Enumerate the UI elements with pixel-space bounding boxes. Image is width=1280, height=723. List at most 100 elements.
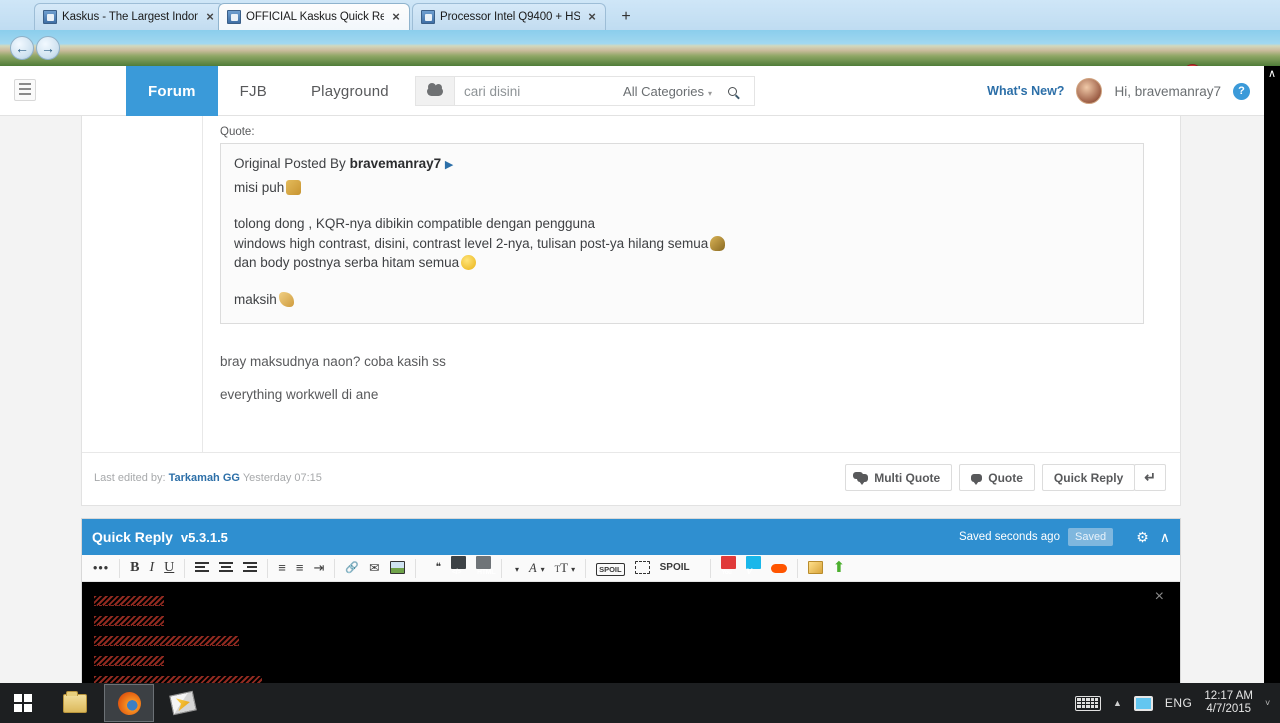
display-icon[interactable] [1133, 695, 1153, 711]
bold-icon[interactable]: B [125, 555, 144, 581]
upload-icon[interactable]: ⬆ [828, 555, 851, 581]
collapse-icon[interactable]: ∧ [1160, 529, 1170, 546]
close-icon[interactable]: × [1155, 588, 1164, 606]
divider [119, 558, 121, 578]
reply-editor[interactable]: × [82, 582, 1180, 692]
tab-close-icon[interactable]: × [585, 10, 599, 23]
browser-tab-1[interactable]: Kaskus - The Largest Indon... × [34, 3, 224, 30]
forward-button[interactable]: → [36, 36, 60, 60]
keyboard-icon[interactable] [1074, 695, 1101, 711]
quick-reply-title: Quick Reply [92, 529, 173, 545]
taskbar-firefox[interactable] [104, 684, 154, 722]
html-icon[interactable]: </> [446, 555, 471, 581]
quote-jump-icon[interactable]: ▶ [445, 159, 453, 171]
bullet-list-icon[interactable]: ≡ [273, 555, 291, 581]
chat-bubble-icon [415, 76, 455, 106]
editor-text-line [94, 656, 164, 666]
back-button[interactable]: ← [10, 36, 34, 60]
link-icon[interactable]: 🔗 [340, 555, 364, 581]
strikethrough-icon[interactable] [695, 555, 705, 581]
start-button[interactable] [0, 683, 46, 723]
language-indicator[interactable]: ENG [1165, 696, 1193, 710]
email-icon[interactable]: ✉ [364, 555, 384, 581]
youtube-icon[interactable]: You [716, 555, 741, 581]
taskbar-media-player[interactable] [158, 684, 208, 722]
tab-title: Processor Intel Q9400 + HS... [440, 11, 580, 23]
tab-close-icon[interactable]: × [389, 10, 403, 23]
quote-label: Quote: [220, 126, 255, 138]
help-icon[interactable]: ? [1233, 82, 1250, 100]
quote-line-4: windows high contrast, disini, contrast … [234, 234, 1130, 254]
quote-line-1: misi puh [234, 178, 1130, 198]
nav-item-playground[interactable]: Playground [289, 66, 411, 116]
taskbar-file-explorer[interactable] [50, 684, 100, 722]
grid-icon[interactable] [630, 555, 655, 581]
site-search[interactable]: cari disini All Categories ▾ [415, 76, 755, 106]
editor-text-line [94, 596, 164, 606]
site-header: Forum FJB Playground cari disini All Cat… [0, 66, 1264, 116]
numbered-list-icon[interactable]: ≡ [291, 555, 309, 581]
italic-icon[interactable]: I [144, 555, 159, 581]
multi-quote-icon [853, 471, 869, 485]
divider [414, 558, 416, 578]
quote-button[interactable]: Quote [959, 464, 1035, 491]
emoticon-icon[interactable] [803, 555, 828, 581]
code-icon[interactable]: ❝ [431, 555, 446, 581]
divider [709, 558, 711, 578]
post-text: bray maksudnya naon? coba kasih ss every… [220, 354, 1164, 402]
editor-toolbar: ••• B I U ≡ ≡ ⇥ 🔗 ✉ ❝ </> HTML ▾ A▾ TT [82, 555, 1180, 582]
font-size-icon[interactable]: TT ▾ [550, 555, 580, 581]
clock-date: 4/7/2015 [1206, 703, 1252, 715]
editor-text-line [94, 636, 239, 646]
noparse-icon[interactable]: SPOIL [655, 555, 695, 581]
gear-icon[interactable]: ⚙ [1136, 529, 1149, 546]
search-category-dropdown[interactable]: All Categories ▾ [623, 84, 716, 99]
show-desktop-button[interactable]: ˅ [1265, 698, 1272, 708]
tab-favicon [227, 10, 241, 24]
php-icon[interactable]: HTML [471, 555, 496, 581]
nav-item-fjb[interactable]: FJB [218, 66, 289, 116]
avatar[interactable] [1076, 78, 1103, 104]
align-center-icon[interactable] [214, 555, 238, 581]
clock[interactable]: 12:17 AM 4/7/2015 [1204, 690, 1253, 716]
post-paragraph-2: everything workwell di ane [220, 387, 379, 402]
image-icon[interactable] [385, 555, 410, 581]
align-left-icon[interactable] [190, 555, 214, 581]
divider [334, 558, 336, 578]
divider [500, 558, 502, 578]
scroll-up-icon[interactable]: ∧ [1264, 66, 1280, 82]
underline-icon[interactable]: U [159, 555, 179, 581]
divider [796, 558, 798, 578]
show-hidden-icons-icon[interactable]: ▲ [1113, 698, 1122, 708]
emoticon-icon [461, 255, 477, 270]
align-right-icon[interactable] [238, 555, 262, 581]
soundcloud-icon[interactable] [766, 555, 792, 581]
font-family-icon[interactable]: A ▾ [524, 555, 550, 581]
browser-tab-3[interactable]: Processor Intel Q9400 + HS... × [412, 3, 606, 30]
multi-quote-button[interactable]: Multi Quote [845, 464, 953, 491]
user-greeting[interactable]: Hi, bravemanray7 [1114, 84, 1221, 99]
browser-navbar: ← → www.kaskus.co.id/post/55206ed854c07a… [0, 30, 1280, 91]
site-search-input[interactable]: cari disini [464, 84, 623, 99]
page-scrollbar[interactable]: ∧ [1264, 66, 1280, 706]
nav-item-forum[interactable]: Forum [126, 66, 218, 116]
editor-text-line [94, 616, 164, 626]
quote-spacer [234, 197, 1130, 214]
last-edited-user-link[interactable]: Tarkamah GG [169, 472, 240, 484]
blockquote-icon[interactable] [421, 555, 431, 581]
post-body: Quote: Original Posted By bravemanray7 ▶… [204, 116, 1180, 452]
font-color-icon[interactable]: ▾ [507, 555, 524, 581]
new-tab-button[interactable]: + [616, 7, 636, 27]
reply-arrow-button[interactable]: ↵ [1134, 464, 1166, 491]
browser-tab-2[interactable]: OFFICIAL Kaskus Quick Re... × [218, 3, 410, 30]
spoiler-icon[interactable]: SPOIL [591, 555, 630, 581]
search-submit-icon[interactable] [716, 82, 754, 100]
site-menu-icon[interactable] [14, 79, 36, 101]
quick-reply-button[interactable]: Quick Reply [1041, 464, 1136, 491]
indent-icon[interactable]: ⇥ [308, 555, 329, 581]
saved-badge[interactable]: Saved [1067, 528, 1114, 546]
more-options-icon[interactable]: ••• [88, 555, 114, 581]
tab-close-icon[interactable]: × [203, 10, 217, 23]
whats-new-link[interactable]: What's New? [987, 84, 1064, 98]
vimeo-icon[interactable]: v [741, 555, 766, 581]
